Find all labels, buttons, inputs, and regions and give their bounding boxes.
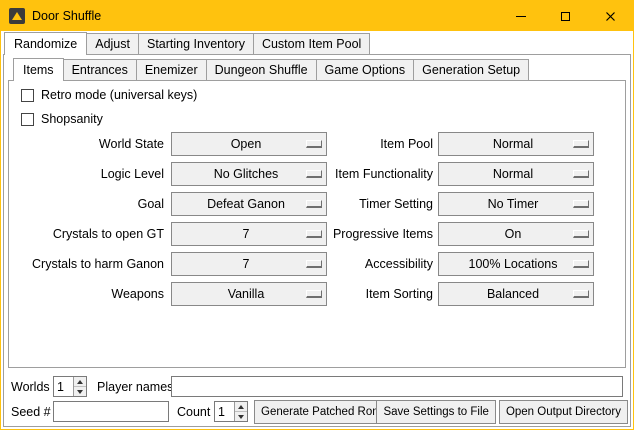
shopsanity-label: Shopsanity	[41, 112, 103, 126]
worlds-stepper-arrows	[73, 377, 86, 396]
tab-items[interactable]: Items	[13, 58, 64, 81]
item-sorting-dropdown[interactable]: Balanced	[438, 282, 594, 306]
dropdown-value: Balanced	[439, 287, 573, 301]
inner-tab-bar: Items Entrances Enemizer Dungeon Shuffle…	[13, 58, 529, 80]
maximize-icon	[561, 12, 570, 21]
world-state-label: World State	[9, 132, 164, 156]
window-controls	[498, 1, 633, 31]
count-stepper-arrows	[234, 402, 247, 421]
worlds-label: Worlds	[11, 376, 50, 398]
item-pool-dropdown[interactable]: Normal	[438, 132, 594, 156]
outer-tab-bar: Randomize Adjust Starting Inventory Cust…	[4, 32, 370, 54]
item-functionality-label: Item Functionality	[301, 162, 433, 186]
tab-dungeon-shuffle[interactable]: Dungeon Shuffle	[206, 59, 317, 80]
door-shuffle-window: Door Shuffle Randomize Adjust Starting I…	[0, 0, 634, 430]
seed-input[interactable]	[53, 401, 169, 422]
goal-label: Goal	[9, 192, 164, 216]
checkbox-icon[interactable]	[21, 89, 34, 102]
item-functionality-dropdown[interactable]: Normal	[438, 162, 594, 186]
timer-setting-dropdown[interactable]: No Timer	[438, 192, 594, 216]
window-title: Door Shuffle	[32, 9, 101, 23]
item-pool-label: Item Pool	[301, 132, 433, 156]
timer-setting-label: Timer Setting	[301, 192, 433, 216]
dropdown-value: 7	[172, 257, 306, 271]
accessibility-label: Accessibility	[301, 252, 433, 276]
weapons-label: Weapons	[9, 282, 164, 306]
dropdown-indicator-icon	[573, 290, 589, 298]
dropdown-indicator-icon	[573, 260, 589, 268]
minimize-button[interactable]	[498, 1, 543, 31]
stepper-down-icon[interactable]	[74, 386, 86, 396]
tab-generation-setup[interactable]: Generation Setup	[413, 59, 529, 80]
progressive-items-dropdown[interactable]: On	[438, 222, 594, 246]
logic-level-label: Logic Level	[9, 162, 164, 186]
bottom-right-buttons: Save Settings to File Open Output Direct…	[376, 400, 628, 424]
dropdown-value: 7	[172, 227, 306, 241]
worlds-input[interactable]	[54, 377, 73, 396]
minimize-icon	[516, 16, 526, 17]
dropdown-value: Defeat Ganon	[172, 197, 306, 211]
player-names-label: Player names	[97, 376, 173, 398]
retro-mode-checkbox[interactable]: Retro mode (universal keys)	[21, 87, 197, 103]
retro-mode-label: Retro mode (universal keys)	[41, 88, 197, 102]
dropdown-indicator-icon	[573, 170, 589, 178]
count-input[interactable]	[215, 402, 234, 421]
tab-game-options[interactable]: Game Options	[316, 59, 415, 80]
tab-custom-item-pool[interactable]: Custom Item Pool	[253, 33, 370, 54]
crystals-ganon-label: Crystals to harm Ganon	[9, 252, 164, 276]
checkbox-icon[interactable]	[21, 113, 34, 126]
count-stepper[interactable]	[214, 401, 248, 422]
count-label: Count	[177, 401, 210, 423]
maximize-button[interactable]	[543, 1, 588, 31]
stepper-up-icon[interactable]	[235, 402, 247, 411]
shopsanity-checkbox[interactable]: Shopsanity	[21, 111, 103, 127]
dropdown-indicator-icon	[573, 230, 589, 238]
generate-patched-rom-button[interactable]: Generate Patched Rom	[254, 400, 389, 424]
tab-adjust[interactable]: Adjust	[86, 33, 139, 54]
client-area: Randomize Adjust Starting Inventory Cust…	[1, 31, 633, 429]
tab-starting-inventory[interactable]: Starting Inventory	[138, 33, 254, 54]
dropdown-value: No Timer	[439, 197, 573, 211]
dropdown-indicator-icon	[573, 200, 589, 208]
stepper-down-icon[interactable]	[235, 411, 247, 421]
app-icon	[9, 8, 25, 24]
tab-randomize[interactable]: Randomize	[4, 32, 87, 55]
dropdown-value: 100% Locations	[439, 257, 573, 271]
tab-enemizer[interactable]: Enemizer	[136, 59, 207, 80]
dropdown-value: Vanilla	[172, 287, 306, 301]
accessibility-dropdown[interactable]: 100% Locations	[438, 252, 594, 276]
open-output-directory-button[interactable]: Open Output Directory	[499, 400, 628, 424]
dropdown-indicator-icon	[573, 140, 589, 148]
dropdown-value: Normal	[439, 137, 573, 151]
progressive-items-label: Progressive Items	[301, 222, 433, 246]
dropdown-value: Open	[172, 137, 306, 151]
stepper-up-icon[interactable]	[74, 377, 86, 386]
dropdown-value: No Glitches	[172, 167, 306, 181]
close-icon	[605, 11, 616, 22]
crystals-gt-label: Crystals to open GT	[9, 222, 164, 246]
item-sorting-label: Item Sorting	[301, 282, 433, 306]
player-names-input[interactable]	[171, 376, 623, 397]
save-settings-button[interactable]: Save Settings to File	[376, 400, 495, 424]
seed-label: Seed #	[11, 401, 51, 423]
dropdown-value: Normal	[439, 167, 573, 181]
worlds-stepper[interactable]	[53, 376, 87, 397]
close-button[interactable]	[588, 1, 633, 31]
tab-entrances[interactable]: Entrances	[63, 59, 137, 80]
dropdown-value: On	[439, 227, 573, 241]
titlebar[interactable]: Door Shuffle	[1, 1, 633, 31]
